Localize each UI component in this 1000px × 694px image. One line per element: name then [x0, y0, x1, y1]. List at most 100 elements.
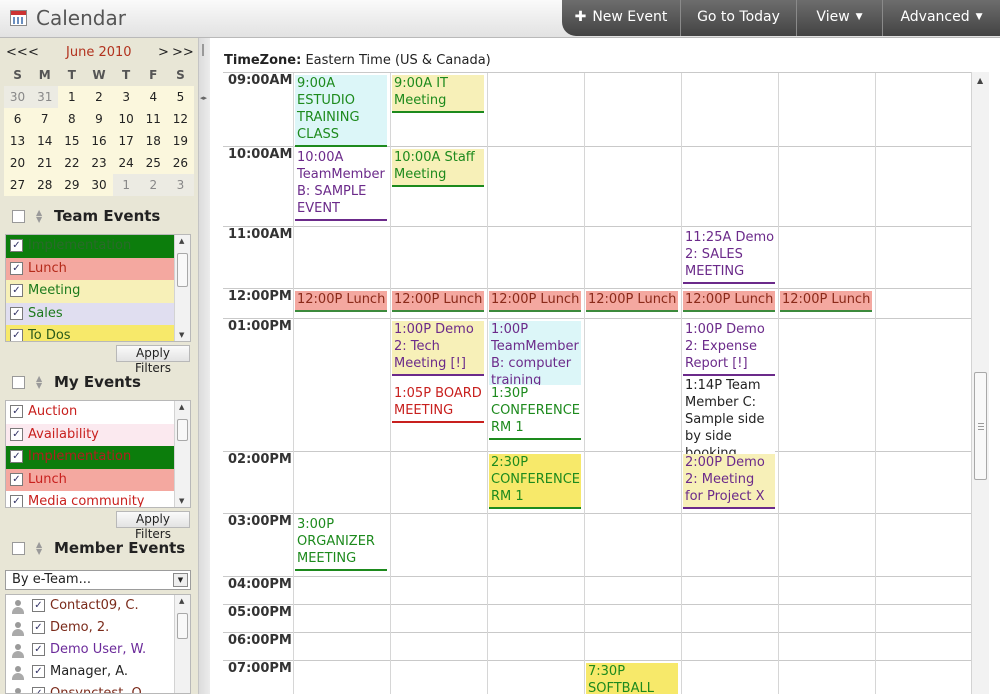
my-events-toggle-checkbox[interactable]: [12, 376, 25, 389]
scroll-up-icon[interactable]: ▲: [977, 76, 983, 85]
scrollbar-thumb[interactable]: [177, 613, 188, 639]
collapse-arrows-icon[interactable]: ◂▸: [200, 94, 207, 102]
calendar-event[interactable]: 10:00A TeamMember B: SAMPLE EVENT: [295, 149, 387, 221]
calendar-event[interactable]: 12:00P Lunch: [586, 291, 678, 312]
mini-calendar-day[interactable]: 8: [58, 108, 86, 130]
time-row[interactable]: 01:00PM: [223, 319, 980, 452]
scroll-up-icon[interactable]: ▲: [179, 403, 184, 411]
team-apply-filters-button[interactable]: Apply Filters: [116, 345, 190, 375]
scrollbar-thumb[interactable]: [974, 372, 987, 480]
mini-calendar-day[interactable]: 16: [85, 130, 113, 152]
list-scrollbar[interactable]: ▲: [174, 595, 190, 693]
member-checkbox[interactable]: ✓: [32, 687, 45, 693]
time-row[interactable]: 05:00PM: [223, 605, 980, 633]
mini-calendar-day[interactable]: 3: [166, 174, 194, 196]
member-item[interactable]: ✓ Contact09, C.: [6, 595, 190, 617]
scroll-down-icon[interactable]: ▼: [179, 497, 184, 505]
calendar-event[interactable]: 1:30P CONFERENCE RM 1: [489, 385, 581, 440]
dropdown-arrow-icon[interactable]: ▼: [173, 573, 188, 587]
calendar-event[interactable]: 12:00P Lunch: [295, 291, 387, 312]
member-checkbox[interactable]: ✓: [32, 621, 45, 634]
filter-item[interactable]: ✓ Implementation: [6, 235, 190, 258]
mini-calendar-day[interactable]: 19: [166, 130, 194, 152]
calendar-event[interactable]: 1:05P BOARD MEETING: [392, 385, 484, 423]
filter-checkbox[interactable]: ✓: [10, 261, 23, 275]
calendar-event[interactable]: 3:00P ORGANIZER MEETING: [295, 516, 387, 571]
mini-calendar-day[interactable]: 12: [166, 108, 194, 130]
mini-calendar-day[interactable]: 6: [4, 108, 32, 130]
new-event-button[interactable]: ✚ New Event: [562, 0, 680, 36]
member-checkbox[interactable]: ✓: [32, 643, 45, 656]
mini-calendar-day[interactable]: 2: [139, 174, 167, 196]
filter-checkbox[interactable]: ✓: [10, 329, 23, 341]
mini-calendar-day[interactable]: 27: [4, 174, 32, 196]
next-month-button[interactable]: >: [158, 45, 169, 60]
prev-month-button[interactable]: <: [28, 45, 39, 60]
main-scrollbar[interactable]: ▲: [971, 72, 989, 694]
time-row[interactable]: 06:00PM: [223, 633, 980, 661]
calendar-event[interactable]: 7:30P SOFTBALL: [586, 663, 678, 694]
time-row[interactable]: 11:00AM: [223, 227, 980, 289]
calendar-event[interactable]: 12:00P Lunch: [392, 291, 484, 312]
filter-item[interactable]: ✓ Implementation: [6, 446, 190, 469]
filter-item[interactable]: ✓ Media community: [6, 491, 190, 507]
calendar-event[interactable]: 2:30P CONFERENCE RM 1: [489, 454, 581, 509]
mini-calendar-day[interactable]: 24: [112, 152, 140, 174]
mini-calendar-day[interactable]: 4: [139, 86, 167, 108]
mini-calendar-day[interactable]: 15: [58, 130, 86, 152]
filter-checkbox[interactable]: ✓: [10, 472, 23, 486]
scrollbar-thumb[interactable]: [177, 253, 188, 287]
calendar-event[interactable]: 1:14P Team Member C: Sample side by side…: [683, 377, 775, 466]
filter-checkbox[interactable]: ✓: [10, 405, 23, 418]
time-row[interactable]: 02:00PM: [223, 452, 980, 514]
mini-calendar-day[interactable]: 11: [139, 108, 167, 130]
mini-calendar-day[interactable]: 1: [58, 86, 86, 108]
mini-calendar-day[interactable]: 18: [139, 130, 167, 152]
list-scrollbar[interactable]: ▲ ▼: [174, 235, 190, 341]
mini-calendar-day[interactable]: 13: [4, 130, 32, 152]
scroll-up-icon[interactable]: ▲: [179, 597, 184, 605]
calendar-event[interactable]: 12:00P Lunch: [780, 291, 872, 312]
calendar-event[interactable]: 1:00P TeamMember B: computer training: [489, 321, 581, 393]
mini-calendar-day[interactable]: 3: [112, 86, 140, 108]
filter-item[interactable]: ✓ Availability: [6, 423, 190, 446]
mini-calendar-day[interactable]: 10: [112, 108, 140, 130]
mini-calendar-day[interactable]: 9: [85, 108, 113, 130]
calendar-event[interactable]: 12:00P Lunch: [683, 291, 775, 312]
calendar-event[interactable]: 11:25A Demo 2: SALES MEETING: [683, 229, 775, 284]
filter-item[interactable]: ✓ Meeting: [6, 280, 190, 303]
mini-calendar-day[interactable]: 31: [31, 86, 59, 108]
go-to-today-button[interactable]: Go to Today: [680, 0, 796, 36]
filter-item[interactable]: ✓ Lunch: [6, 468, 190, 491]
prev-year-button[interactable]: <<: [6, 45, 28, 60]
sort-icon[interactable]: ▲ ▼: [36, 541, 42, 556]
calendar-event[interactable]: 9:00A IT Meeting: [392, 75, 484, 113]
scroll-down-icon[interactable]: ▼: [179, 331, 184, 339]
mini-calendar-day[interactable]: 7: [31, 108, 59, 130]
filter-item[interactable]: ✓ Lunch: [6, 257, 190, 280]
member-events-toggle-checkbox[interactable]: [12, 542, 25, 555]
team-events-toggle-checkbox[interactable]: [12, 210, 25, 223]
mini-calendar-day[interactable]: 2: [85, 86, 113, 108]
calendar-event[interactable]: 1:00P Demo 2: Expense Report [!]: [683, 321, 775, 376]
time-row[interactable]: 04:00PM: [223, 577, 980, 605]
calendar-event[interactable]: 10:00A Staff Meeting: [392, 149, 484, 187]
mini-calendar-day[interactable]: 17: [112, 130, 140, 152]
view-menu-button[interactable]: View ▼: [796, 0, 882, 36]
sidebar-splitter[interactable]: ◂▸: [198, 38, 210, 694]
eteam-select[interactable]: By e-Team... ▼: [5, 570, 191, 590]
calendar-event[interactable]: 9:00A ESTUDIO TRAINING CLASS: [295, 75, 387, 147]
member-item[interactable]: ✓ Demo User, W.: [6, 639, 190, 661]
mini-calendar-day[interactable]: 5: [166, 86, 194, 108]
filter-checkbox[interactable]: ✓: [10, 495, 23, 507]
mini-calendar-day[interactable]: 20: [4, 152, 32, 174]
mini-calendar-day[interactable]: 28: [31, 174, 59, 196]
mini-calendar-day[interactable]: 1: [112, 174, 140, 196]
mini-calendar-day[interactable]: 30: [85, 174, 113, 196]
advanced-menu-button[interactable]: Advanced ▼: [882, 0, 1000, 36]
filter-item[interactable]: ✓ To Dos: [6, 325, 190, 341]
calendar-event[interactable]: 12:00P Lunch: [489, 291, 581, 312]
calendar-event[interactable]: 1:00P Demo 2: Tech Meeting [!]: [392, 321, 484, 376]
mini-calendar-day[interactable]: 23: [85, 152, 113, 174]
mini-calendar-day[interactable]: 21: [31, 152, 59, 174]
